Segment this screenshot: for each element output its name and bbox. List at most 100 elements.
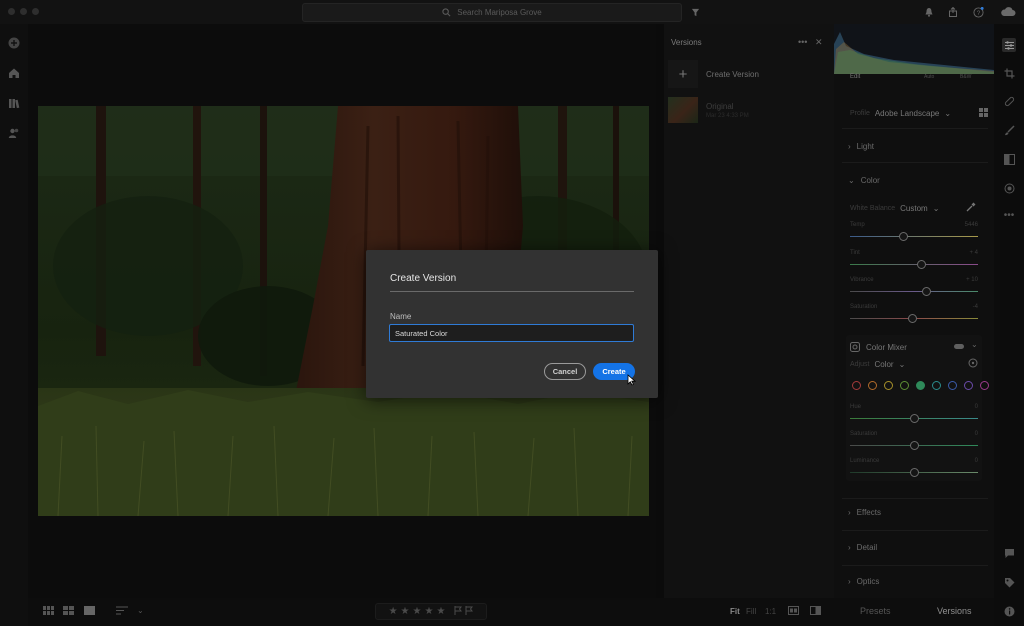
cloud-icon[interactable]: [999, 5, 1017, 19]
bw-button[interactable]: B&W: [960, 74, 971, 80]
color-swatch[interactable]: [964, 381, 973, 390]
vibrance-value[interactable]: + 10: [964, 277, 978, 283]
temp-slider-thumb[interactable]: [899, 232, 909, 241]
window-zoom-dot[interactable]: [32, 8, 39, 15]
version-item-original[interactable]: Original Mar 23 4:33 PM: [668, 96, 830, 124]
profile-browser-icon[interactable]: [979, 108, 988, 119]
share-icon[interactable]: [946, 5, 960, 19]
linear-gradient-icon[interactable]: [1002, 152, 1016, 166]
section-color[interactable]: ⌄ Color: [848, 176, 880, 185]
section-light[interactable]: › Light: [848, 142, 874, 151]
brush-icon[interactable]: [1002, 123, 1016, 137]
tab-versions[interactable]: Versions: [937, 606, 972, 616]
white-balance-select[interactable]: Custom: [900, 204, 928, 213]
target-adjust-icon[interactable]: [968, 358, 978, 370]
color-swatch[interactable]: [980, 381, 989, 390]
section-optics[interactable]: › Optics: [848, 577, 879, 586]
saturation-slider-thumb[interactable]: [908, 314, 918, 323]
mixer-saturation-value[interactable]: 0: [964, 431, 978, 437]
chevron-down-icon[interactable]: ⌄: [899, 360, 906, 369]
vibrance-slider-thumb[interactable]: [922, 287, 932, 296]
flag-icon[interactable]: [454, 605, 463, 618]
section-effects[interactable]: › Effects: [848, 508, 881, 517]
zoom-fill-button[interactable]: Fill: [746, 607, 756, 616]
temp-value[interactable]: 5446: [964, 222, 978, 228]
radial-gradient-icon[interactable]: [1002, 181, 1016, 195]
star-icon[interactable]: ★: [413, 606, 422, 617]
divider: [842, 162, 988, 163]
before-after-icon[interactable]: [810, 606, 821, 618]
filter-icon[interactable]: [688, 5, 702, 19]
adjust-select[interactable]: Color: [874, 360, 893, 369]
crop-icon[interactable]: [1002, 66, 1016, 80]
star-rating[interactable]: ★ ★ ★ ★ ★: [375, 603, 487, 620]
versions-close-button[interactable]: ✕: [815, 37, 823, 48]
profile-row: Profile Adobe Landscape ⌄: [850, 108, 988, 119]
section-detail[interactable]: › Detail: [848, 543, 877, 552]
edit-sliders-icon[interactable]: [1002, 38, 1016, 52]
color-swatch[interactable]: [948, 381, 957, 390]
auto-button[interactable]: Auto: [924, 74, 934, 80]
people-icon[interactable]: [7, 126, 21, 140]
chevron-down-icon[interactable]: ⌄: [137, 606, 144, 615]
detail-view-icon[interactable]: [84, 606, 95, 618]
tint-slider-thumb[interactable]: [917, 260, 927, 269]
window-minimize-dot[interactable]: [20, 8, 27, 15]
comments-icon[interactable]: [1002, 546, 1016, 560]
star-icon[interactable]: ★: [436, 606, 445, 617]
temp-slider-track[interactable]: [850, 236, 978, 237]
photo-grid-icon[interactable]: [63, 606, 74, 618]
mixer-luminance-value[interactable]: 0: [964, 458, 978, 464]
chevron-right-icon: ›: [848, 577, 851, 586]
mixer-luminance-slider-thumb[interactable]: [909, 468, 919, 477]
star-icon[interactable]: ★: [424, 606, 433, 617]
profile-select[interactable]: Adobe Landscape: [875, 109, 940, 118]
home-icon[interactable]: [7, 66, 21, 80]
cancel-button[interactable]: Cancel: [544, 363, 586, 380]
chevron-right-icon: ›: [848, 142, 851, 151]
sort-icon[interactable]: [116, 606, 128, 618]
chevron-down-icon[interactable]: ⌄: [971, 340, 978, 349]
mixer-hue-slider-thumb[interactable]: [909, 414, 919, 423]
add-photos-icon[interactable]: [7, 36, 21, 50]
chevron-down-icon[interactable]: ⌄: [933, 204, 940, 213]
color-swatch[interactable]: [916, 381, 925, 390]
saturation-value[interactable]: -4: [964, 304, 978, 310]
zoom-fit-button[interactable]: Fit: [730, 607, 740, 616]
chevron-down-icon[interactable]: ⌄: [944, 109, 951, 118]
mixer-saturation-slider-thumb[interactable]: [909, 441, 919, 450]
color-swatch[interactable]: [900, 381, 909, 390]
color-mixer-toggle[interactable]: [954, 344, 964, 349]
square-grid-icon[interactable]: [43, 606, 54, 618]
tint-slider-track[interactable]: [850, 264, 978, 265]
healing-icon[interactable]: [1002, 94, 1016, 108]
help-icon[interactable]: ?: [971, 5, 985, 19]
window-close-dot[interactable]: [8, 8, 15, 15]
notifications-icon[interactable]: [922, 5, 936, 19]
dialog-divider: [390, 291, 634, 292]
eyedropper-icon[interactable]: [966, 202, 976, 214]
create-version-row[interactable]: + Create Version: [668, 60, 830, 88]
star-icon[interactable]: ★: [401, 606, 410, 617]
star-icon[interactable]: ★: [389, 606, 398, 617]
color-swatch[interactable]: [852, 381, 861, 390]
versions-more-button[interactable]: •••: [798, 37, 807, 47]
version-name-input[interactable]: [389, 324, 634, 342]
library-icon[interactable]: [7, 96, 21, 110]
adjust-label: Adjust: [850, 361, 870, 368]
mixer-hue-value[interactable]: 0: [964, 404, 978, 410]
tab-presets[interactable]: Presets: [860, 606, 891, 616]
color-swatch[interactable]: [932, 381, 941, 390]
color-swatch[interactable]: [868, 381, 877, 390]
reject-flag-icon[interactable]: [465, 605, 474, 618]
color-swatch[interactable]: [884, 381, 893, 390]
tag-icon[interactable]: [1002, 575, 1016, 589]
info-icon[interactable]: [1002, 604, 1016, 618]
zoom-1to1-button[interactable]: 1:1: [765, 607, 776, 616]
plus-icon: +: [668, 60, 698, 88]
search-input[interactable]: Search Mariposa Grove: [302, 3, 682, 22]
compare-icon[interactable]: [788, 606, 799, 618]
tint-value[interactable]: + 4: [964, 250, 978, 256]
vibrance-slider-track[interactable]: [850, 291, 978, 292]
more-tools-icon[interactable]: •••: [1002, 208, 1016, 222]
